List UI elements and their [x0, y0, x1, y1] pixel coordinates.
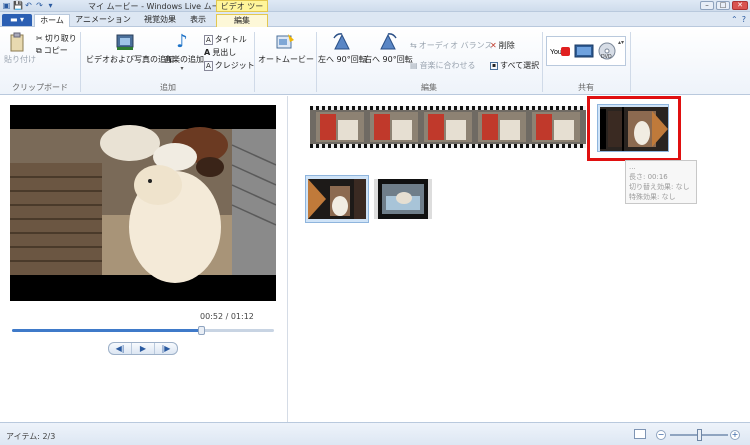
zoom-knob[interactable] [697, 429, 702, 441]
editing-group: 左へ 90°回転 右へ 90°回転 ⇆ オーディオ バランス ▤ 音楽に合わせる… [318, 28, 540, 95]
group-separator [630, 32, 631, 92]
item-count: アイテム: 2/3 [6, 432, 56, 441]
credits-icon: A [204, 60, 213, 71]
fit-to-music-button[interactable]: ▤ 音楽に合わせる [410, 60, 476, 71]
tab-view[interactable]: 表示 [184, 14, 212, 27]
customize-qat-icon[interactable]: ▾ [46, 1, 55, 10]
seek-bar-fill [12, 329, 201, 332]
zoom-slider[interactable]: − + [656, 429, 742, 441]
paste-button[interactable]: 貼り付け [4, 32, 36, 65]
cut-button[interactable]: ✂ 切り取り [36, 33, 77, 44]
group-separator [80, 32, 81, 92]
share-group-label: 共有 [578, 83, 594, 92]
preview-pane: 00:52 / 01:12 ◀| ▶ |▶ [0, 96, 288, 422]
playback-controls: ◀| ▶ |▶ [108, 342, 178, 355]
next-frame-icon[interactable]: |▶ [155, 343, 177, 354]
clipboard-icon [10, 32, 24, 52]
group-separator [316, 32, 317, 92]
scissors-icon: ✂ [36, 34, 43, 43]
editing-group-label: 編集 [421, 83, 437, 92]
automovie-icon [276, 34, 294, 49]
fit-to-music-icon: ▤ [410, 61, 418, 70]
copy-icon: ⧉ [36, 45, 42, 55]
help-icon[interactable]: ? [742, 15, 746, 24]
tab-animation[interactable]: アニメーション [72, 14, 134, 27]
seek-bar-thumb[interactable] [197, 326, 205, 335]
app-menu-icon[interactable]: ▣ [2, 1, 11, 10]
zoom-in-icon[interactable]: + [730, 430, 740, 440]
storyboard-thumbnail[interactable] [373, 175, 432, 223]
credits-button[interactable]: A クレジット [204, 60, 255, 71]
delete-icon: ✕ [490, 41, 497, 50]
tab-home[interactable]: ホーム [34, 14, 70, 27]
thumbnail-image [374, 179, 432, 219]
caption-button[interactable]: A 見出し [204, 47, 236, 58]
clipboard-group: 貼り付け ✂ 切り取り ⧉ コピー クリップボード [0, 28, 80, 95]
tab-visual-effects[interactable]: 視覚効果 [138, 14, 182, 27]
audio-balance-button[interactable]: ⇆ オーディオ バランス [410, 40, 493, 51]
title-icon: A [204, 34, 213, 45]
highlight-box [587, 96, 681, 161]
add-music-button[interactable]: ♪ 音楽の追加 ▾ [164, 31, 204, 73]
add-group: ビデオおよび写真の追加 ♪ 音楽の追加 ▾ A タイトル A 見出し A クレジ… [82, 28, 255, 95]
maximize-button[interactable]: □ [716, 1, 730, 10]
film-perforation [310, 144, 586, 148]
rotate-right-button[interactable]: 右へ 90°回転 [364, 32, 413, 65]
add-group-label: 追加 [160, 83, 176, 92]
title-button[interactable]: A タイトル [204, 34, 247, 45]
timeline-frames [310, 110, 586, 144]
save-icon[interactable]: 💾 [13, 1, 23, 10]
redo-icon[interactable]: ↷ [35, 1, 44, 10]
previous-frame-icon[interactable]: ◀| [109, 343, 132, 354]
close-button[interactable]: ✕ [732, 1, 748, 10]
playback-time: 00:52 / 01:12 [200, 312, 254, 321]
video-tools-context-header: ビデオ ツール [216, 0, 268, 22]
play-icon[interactable]: ▶ [132, 343, 155, 354]
caption-icon: A [204, 48, 211, 57]
ribbon: 貼り付け ✂ 切り取り ⧉ コピー クリップボード ビデオおよび写真の追加 ♪ … [0, 28, 750, 95]
file-menu-button[interactable]: ▬ ▾ [2, 14, 32, 26]
title-bar: ▣ 💾 ↶ ↷ ▾ マイ ムービー - Windows Live ムービー ..… [0, 0, 750, 22]
group-separator [254, 32, 255, 92]
film-photo-icon [116, 34, 134, 50]
tooltip-line: 切り替え効果: なし [629, 183, 690, 191]
automovie-button[interactable]: オートムービー [258, 32, 314, 65]
tab-edit[interactable]: 編集 [216, 14, 268, 27]
seek-bar[interactable] [12, 326, 274, 335]
share-group: 共有 [544, 28, 628, 95]
remove-button[interactable]: ✕ 削除 [490, 40, 515, 51]
chevron-down-icon: ▾ [180, 65, 184, 72]
window-controls: – □ ✕ [700, 1, 748, 10]
add-videos-photos-button[interactable]: ビデオおよび写真の追加 [86, 32, 174, 65]
storyboard-thumbnail[interactable] [305, 175, 369, 223]
music-note-icon: ♪ [176, 31, 188, 52]
audio-balance-icon: ⇆ [410, 41, 417, 50]
group-separator [542, 32, 543, 92]
collapse-ribbon-icon[interactable]: ⌃ [731, 15, 738, 24]
tooltip-line: ... [629, 163, 636, 171]
clip-tooltip: ... 長さ: 00:16 切り替え効果: なし 特殊効果: なし [625, 160, 697, 204]
tooltip-line: 特殊効果: なし [629, 193, 676, 201]
rotate-right-icon [380, 33, 397, 50]
select-all-icon: ▪ [490, 61, 498, 70]
video-preview[interactable] [10, 105, 276, 301]
status-bar: アイテム: 2/3 − + [0, 422, 750, 445]
minimize-button[interactable]: – [700, 1, 714, 10]
video-frame-image [10, 105, 276, 301]
thumbnail-image [308, 179, 366, 219]
storyboard-view-icon[interactable] [634, 429, 646, 439]
select-all-button[interactable]: ▪ すべて選択 [490, 60, 539, 71]
tooltip-line: 長さ: 00:16 [629, 173, 668, 181]
ribbon-right-icons: ⌃ ? [731, 15, 746, 24]
ribbon-tabs: ▬ ▾ ホーム アニメーション 視覚効果 表示 編集 ⌃ ? [0, 12, 750, 27]
zoom-out-icon[interactable]: − [656, 430, 666, 440]
timeline-clip-1[interactable] [310, 106, 586, 148]
copy-button[interactable]: ⧉ コピー [36, 45, 68, 56]
undo-icon[interactable]: ↶ [24, 1, 33, 10]
rotate-left-button[interactable]: 左へ 90°回転 [318, 32, 367, 65]
clipboard-group-label: クリップボード [12, 83, 68, 92]
quick-access-toolbar: ▣ 💾 ↶ ↷ ▾ [2, 1, 55, 10]
rotate-left-icon [333, 33, 350, 50]
